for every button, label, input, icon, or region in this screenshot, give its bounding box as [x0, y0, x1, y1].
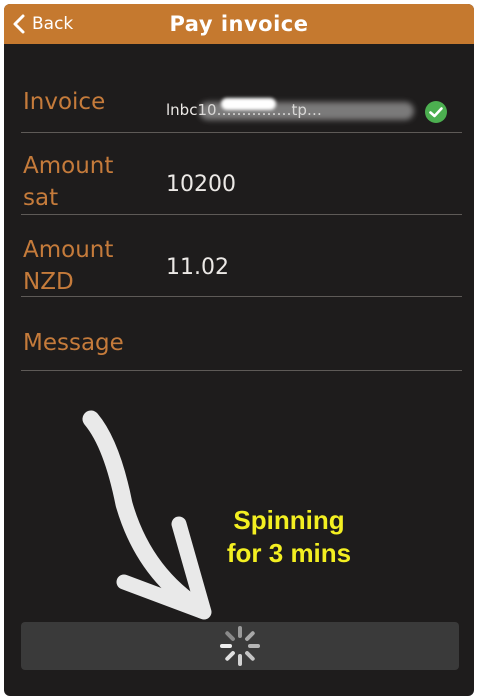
- amount-nzd-label-line2: NZD: [23, 269, 74, 295]
- back-label: Back: [32, 14, 74, 34]
- chevron-left-icon: [13, 14, 25, 34]
- invoice-label: Invoice: [23, 89, 106, 115]
- check-circle-icon: [425, 101, 447, 123]
- app-screen: Back Pay invoice Invoice lnbc10……………tp… …: [4, 4, 474, 696]
- amount-nzd-label-line1: Amount: [23, 237, 114, 263]
- annotation-text: Spinning for 3 mins: [184, 504, 394, 570]
- invoice-row[interactable]: Invoice lnbc10……………tp…: [21, 78, 462, 133]
- amount-sat-label: Amount sat: [23, 150, 113, 214]
- amount-sat-row[interactable]: Amount sat 10200: [21, 132, 462, 215]
- amount-nzd-row[interactable]: Amount NZD 11.02: [21, 214, 462, 297]
- amount-nzd-value[interactable]: 11.02: [166, 255, 229, 280]
- redaction-blur: [221, 98, 276, 110]
- pay-button[interactable]: [21, 622, 459, 670]
- annotation-line2: for 3 mins: [226, 538, 352, 568]
- nav-header: Back Pay invoice: [4, 4, 474, 44]
- back-button[interactable]: Back: [12, 9, 73, 39]
- amount-sat-value[interactable]: 10200: [166, 172, 236, 197]
- message-label: Message: [23, 330, 124, 356]
- message-row[interactable]: Message: [21, 296, 462, 371]
- amount-sat-label-line2: sat: [23, 185, 59, 211]
- amount-nzd-label: Amount NZD: [23, 234, 113, 298]
- annotation-line1: Spinning: [233, 505, 345, 535]
- amount-sat-label-line1: Amount: [23, 153, 114, 179]
- page-title: Pay invoice: [169, 12, 309, 36]
- spinner-icon: [220, 626, 260, 666]
